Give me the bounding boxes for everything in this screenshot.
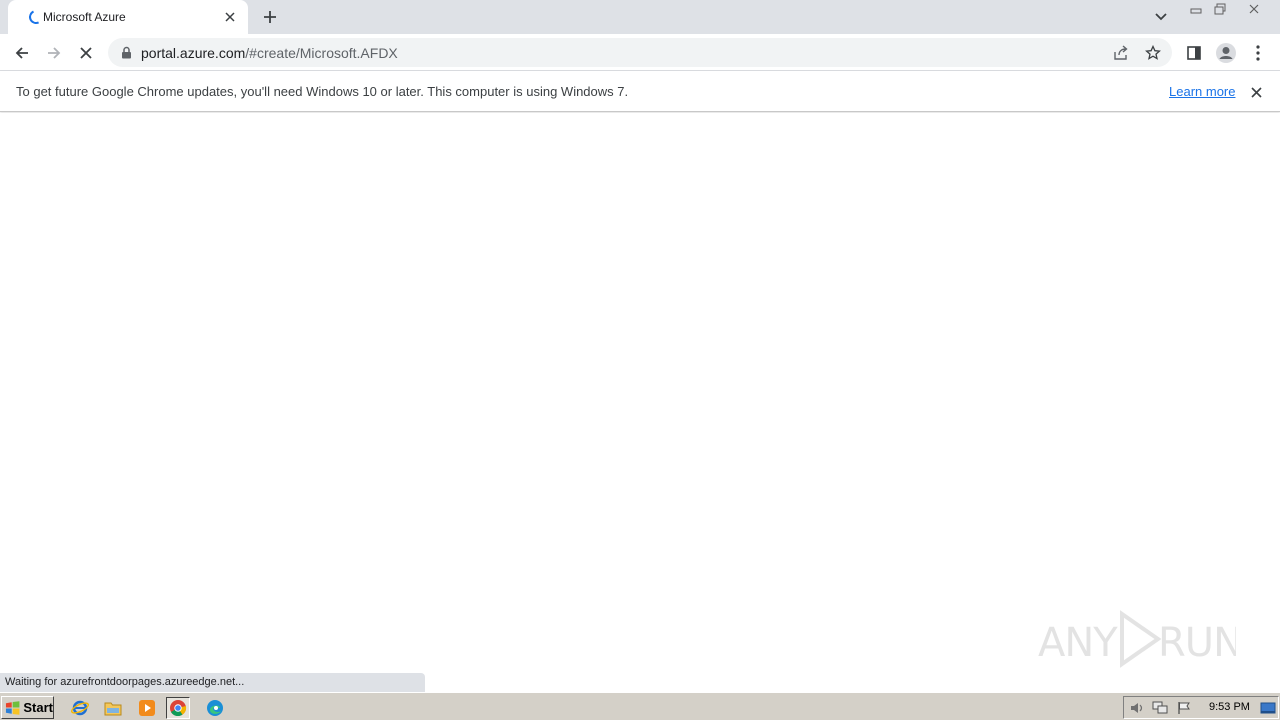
stop-loading-icon[interactable] xyxy=(73,40,99,66)
share-icon[interactable] xyxy=(1111,43,1131,63)
status-bubble: Waiting for azurefrontdoorpages.azureedg… xyxy=(0,673,425,692)
windows-logo-icon xyxy=(5,700,20,715)
media-player-icon[interactable] xyxy=(135,697,159,719)
info-bar-close-icon[interactable] xyxy=(1247,83,1265,101)
profile-avatar-icon[interactable] xyxy=(1213,40,1239,66)
learn-more-link[interactable]: Learn more xyxy=(1169,84,1235,99)
chrome-icon[interactable] xyxy=(166,697,190,719)
new-tab-icon[interactable] xyxy=(258,5,282,29)
address-path: /#create/Microsoft.AFDX xyxy=(245,45,398,61)
window-minimize-icon[interactable] xyxy=(1184,1,1208,17)
bookmark-star-icon[interactable] xyxy=(1143,43,1163,63)
start-button[interactable]: Start xyxy=(1,696,54,719)
menu-kebab-icon[interactable] xyxy=(1245,40,1271,66)
side-panel-icon[interactable] xyxy=(1181,40,1207,66)
svg-text:RUN: RUN xyxy=(1158,620,1236,666)
show-desktop-icon[interactable] xyxy=(1259,700,1277,716)
window-restore-icon[interactable] xyxy=(1209,1,1231,17)
tab-microsoft-azure[interactable]: Microsoft Azure xyxy=(8,0,248,34)
internet-explorer-icon[interactable] xyxy=(68,697,92,719)
clock[interactable]: 9:53 PM xyxy=(1209,701,1250,713)
action-center-flag-icon[interactable] xyxy=(1175,700,1193,716)
network-icon[interactable] xyxy=(1151,700,1169,716)
info-bar-message: To get future Google Chrome updates, you… xyxy=(16,84,629,99)
anyrun-watermark-logo: ANY RUN xyxy=(1038,610,1236,668)
file-explorer-icon[interactable] xyxy=(101,697,125,719)
start-label: Start xyxy=(23,700,53,715)
system-tray: 9:53 PM xyxy=(1123,696,1279,719)
edge-icon[interactable] xyxy=(203,697,227,719)
tab-title: Microsoft Azure xyxy=(43,10,126,24)
screen: Microsoft Azure portal.azure.com/#create… xyxy=(0,0,1280,720)
tab-close-icon[interactable] xyxy=(222,9,238,25)
lock-icon[interactable] xyxy=(119,45,133,59)
svg-text:ANY: ANY xyxy=(1038,620,1118,666)
browser-toolbar: portal.azure.com/#create/Microsoft.AFDX xyxy=(0,34,1280,71)
window-close-icon[interactable] xyxy=(1234,1,1274,17)
tab-strip: Microsoft Azure xyxy=(0,0,1280,34)
windows-taskbar: Start 9:53 PM xyxy=(0,692,1280,720)
back-arrow-icon[interactable] xyxy=(9,40,35,66)
address-bar[interactable]: portal.azure.com/#create/Microsoft.AFDX xyxy=(108,38,1172,67)
address-url[interactable]: portal.azure.com/#create/Microsoft.AFDX xyxy=(141,45,398,61)
update-info-bar: To get future Google Chrome updates, you… xyxy=(0,71,1280,112)
tab-search-chevron-down-icon[interactable] xyxy=(1150,6,1172,28)
forward-arrow-icon[interactable] xyxy=(41,40,67,66)
volume-icon[interactable] xyxy=(1128,700,1146,716)
address-host: portal.azure.com xyxy=(141,45,246,61)
